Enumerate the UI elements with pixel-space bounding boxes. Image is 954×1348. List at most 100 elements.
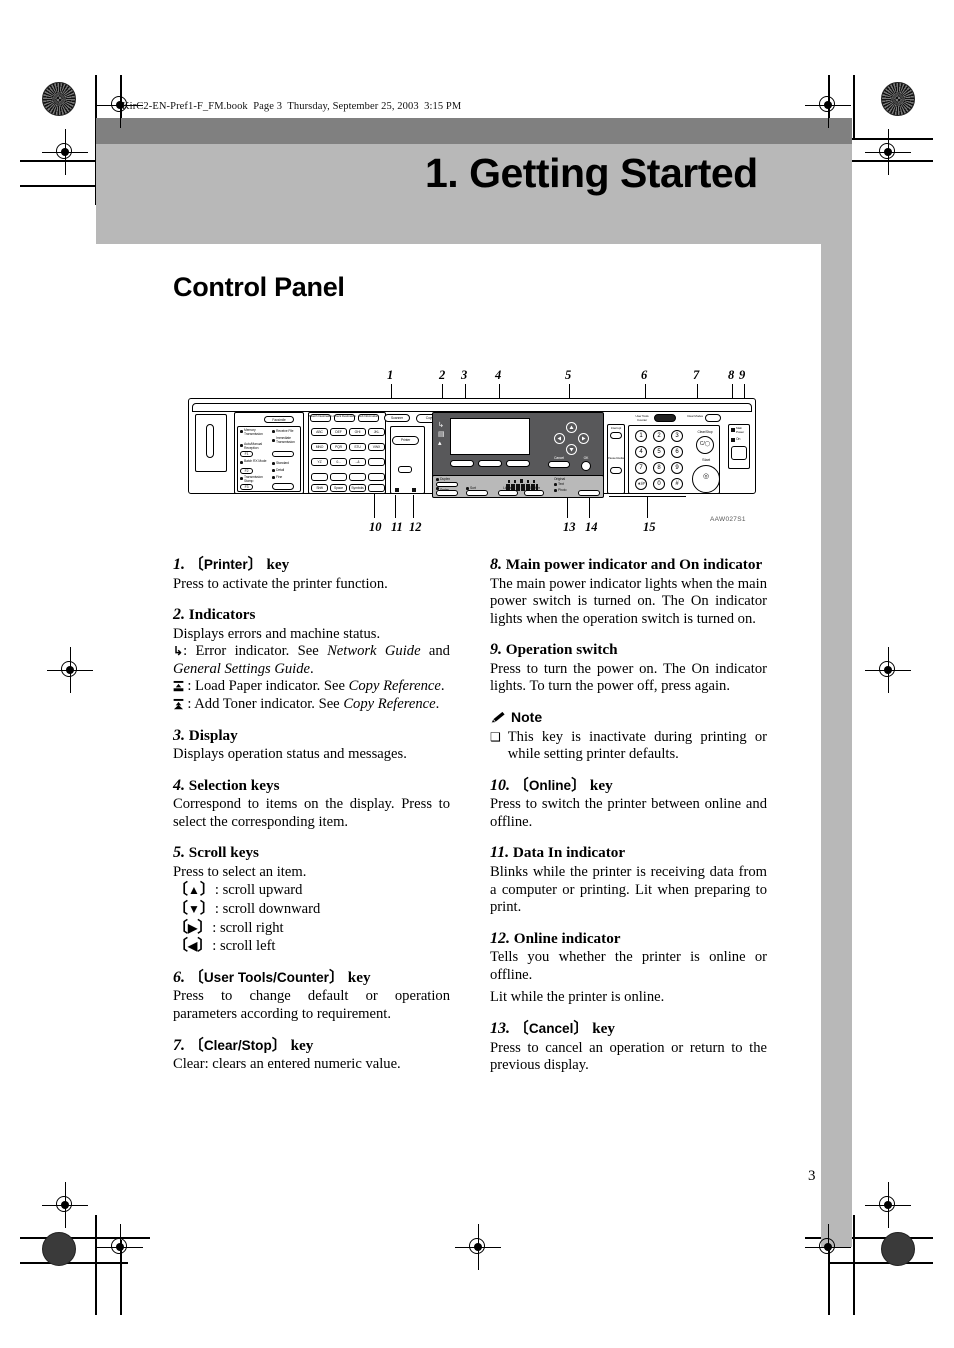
- item-heading-6: 6. 〔User Tools/Counter〕 key: [173, 969, 450, 988]
- tenkey-0[interactable]: 0: [653, 478, 665, 490]
- registration-mark: [805, 1224, 851, 1270]
- tenkey-5[interactable]: 5: [653, 446, 665, 458]
- duplex-key[interactable]: [436, 482, 458, 487]
- indicator-text: : Error indicator. See: [183, 643, 328, 660]
- tenkey-6[interactable]: 6: [671, 446, 683, 458]
- item-body-6: Press to change default or operation par…: [173, 988, 450, 1022]
- item-heading-9: 9. Operation switch: [490, 641, 767, 660]
- cancel-key-label: Cancel: [554, 456, 564, 460]
- job-information-label: Job Information: [358, 414, 379, 418]
- quick-dial-key[interactable]: [368, 458, 385, 466]
- tenkey-2[interactable]: 2: [653, 430, 665, 442]
- item-title: Display: [188, 726, 238, 744]
- quick-dial-key[interactable]: [330, 473, 347, 481]
- item-body-7: Clear: clears an entered numeric value.: [173, 1056, 401, 1072]
- scroll-right-key[interactable]: [578, 433, 589, 444]
- pause-redial-key[interactable]: [610, 467, 622, 474]
- cancel-key[interactable]: [548, 461, 570, 468]
- online-key[interactable]: [398, 466, 412, 473]
- darker-key[interactable]: [524, 490, 544, 496]
- interrupt-label: Interrupt: [610, 426, 622, 430]
- start-glyph: ◎: [702, 473, 709, 480]
- data-in-indicator: [395, 488, 399, 492]
- original-type-key[interactable]: [578, 490, 600, 496]
- sidebar-grey-bar: [821, 244, 852, 1247]
- scroll-up-key[interactable]: [566, 422, 577, 433]
- tenkey-1[interactable]: 1: [635, 430, 647, 442]
- keycap-online: Online: [528, 777, 572, 793]
- tenkey-8[interactable]: 8: [653, 462, 665, 474]
- load-paper-icon: [173, 679, 187, 693]
- memory-transmission-indicator: [240, 430, 243, 433]
- item-number: 7.: [173, 1036, 185, 1054]
- scroll-down-key[interactable]: [566, 444, 577, 455]
- quick-dial-key[interactable]: [311, 473, 328, 481]
- item-body-8: The main power indicator lights when the…: [490, 575, 767, 627]
- quick-dial-key[interactable]: [368, 484, 385, 492]
- bracket-open: 〔: [173, 881, 189, 899]
- error-indicator-icon: ↳: [438, 422, 444, 429]
- item-title: Data In indicator: [512, 844, 626, 862]
- bracket-close: 〕: [247, 556, 263, 573]
- batch-rx-indicator: [240, 461, 243, 464]
- quick-dial-key[interactable]: [368, 473, 385, 481]
- figure-callout-5: 5: [565, 368, 572, 382]
- density-scale-tick: [520, 479, 523, 483]
- user-tools-counter-key[interactable]: [654, 414, 676, 422]
- bracket-close: 〕: [197, 918, 213, 936]
- item-heading-7: 7. 〔Clear/Stop〕 key: [173, 1037, 450, 1056]
- item-number: 12.: [490, 929, 510, 947]
- indicator-line-error: ↳: Error indicator. See Network Guide an…: [173, 643, 450, 678]
- tenkey-enter[interactable]: #: [671, 478, 683, 490]
- color-control-patch: [42, 82, 76, 116]
- bracket-close: 〕: [328, 968, 344, 986]
- clear-modes-key[interactable]: [705, 414, 721, 422]
- quick-dial-key-label: PQR: [334, 445, 343, 449]
- item-heading-5: 5. Scroll keys: [173, 844, 450, 863]
- scroll-line-down: 〔▼〕: scroll downward: [173, 900, 450, 919]
- item-suffix: key: [262, 556, 290, 573]
- combine-series-key[interactable]: [436, 490, 458, 496]
- tenkey-star-hash[interactable]: ∗/#: [635, 478, 647, 490]
- interrupt-key[interactable]: [610, 432, 622, 439]
- item-title: Scroll keys: [188, 844, 259, 862]
- indicator-line-load-paper: : Load Paper indicator. See Copy Referen…: [173, 678, 450, 696]
- sort-key[interactable]: [466, 490, 488, 496]
- tenkey-3[interactable]: 3: [671, 430, 683, 442]
- quick-dial-key-label: GHI: [354, 430, 361, 434]
- registration-mark: [97, 1224, 143, 1270]
- tenkey-7[interactable]: 7: [635, 462, 647, 474]
- operation-switch[interactable]: [731, 446, 747, 460]
- body-column-left: 1. 〔Printer〕 key Press to activate the p…: [173, 556, 450, 1074]
- bracket-close: 〕: [197, 937, 213, 955]
- selection-key-2[interactable]: [478, 460, 502, 467]
- registration-mark: [865, 647, 911, 693]
- selection-key-1[interactable]: [450, 460, 474, 467]
- quick-dial-key[interactable]: [349, 473, 366, 481]
- bracket-open: 〔: [173, 918, 189, 936]
- facsimile-key-label: Facsimile: [272, 418, 286, 422]
- tenkey-9[interactable]: 9: [671, 462, 683, 474]
- figure-leader: [647, 496, 648, 518]
- bracket-open: 〔: [188, 556, 204, 573]
- scroll-left-key[interactable]: [554, 433, 565, 444]
- selection-key-3[interactable]: [506, 460, 530, 467]
- ok-key[interactable]: [581, 461, 591, 471]
- main-power-label: Main Power: [736, 426, 745, 434]
- density-scale-tick: [533, 480, 535, 483]
- bracket-open: 〔: [173, 900, 189, 918]
- tenkey-4[interactable]: 4: [635, 446, 647, 458]
- figure-callout-13: 13: [563, 520, 576, 534]
- space-key-label: Space: [333, 486, 344, 490]
- quick-dial-key-label: STU: [354, 445, 361, 449]
- indicator-line-add-toner: : Add Toner indicator. See Copy Referenc…: [173, 696, 450, 714]
- figure-callout-2: 2: [439, 368, 446, 382]
- check-destination-label: Check Destination: [333, 414, 356, 418]
- item-number: 8.: [490, 556, 502, 573]
- lighter-key[interactable]: [498, 490, 518, 496]
- clear-modes-label: Clear Modes: [687, 414, 703, 418]
- quick-dial-key-label: YZ: [317, 460, 322, 464]
- memory-transmission-label: Memory Transmission: [244, 428, 263, 436]
- fax-aux-key-1[interactable]: [272, 451, 294, 457]
- fax-aux-key-2[interactable]: [272, 483, 294, 490]
